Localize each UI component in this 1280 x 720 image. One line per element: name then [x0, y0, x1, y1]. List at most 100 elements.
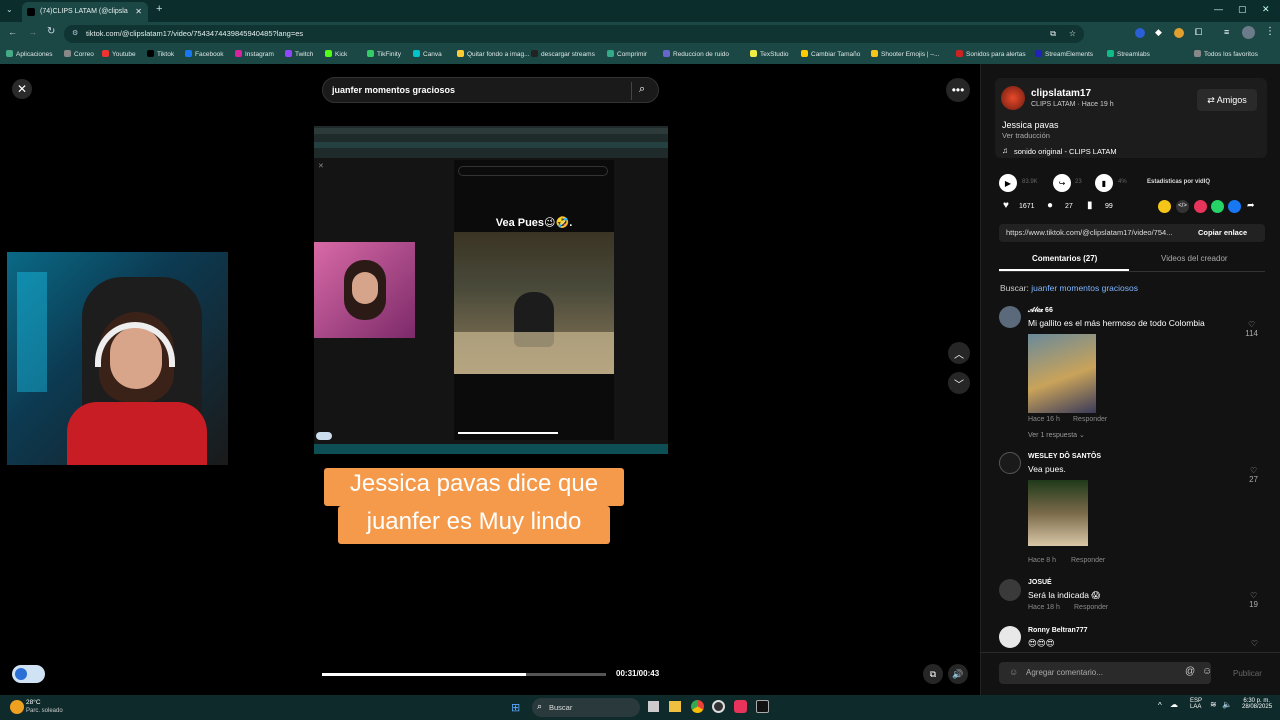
- bookmark-item[interactable]: Youtube: [102, 46, 136, 64]
- next-video-button[interactable]: ﹀: [948, 372, 970, 394]
- chrome-icon[interactable]: [691, 700, 704, 713]
- more-options-icon[interactable]: •••: [946, 78, 970, 102]
- creator-username[interactable]: clipslatam17: [1031, 88, 1091, 99]
- code-embed-icon[interactable]: </>: [1176, 200, 1189, 213]
- more-share-icon[interactable]: ➦: [1247, 200, 1255, 211]
- tray-expand-icon[interactable]: ^: [1158, 701, 1162, 710]
- comment-like[interactable]: ♡ 114: [1245, 320, 1258, 338]
- comment-image[interactable]: [1028, 480, 1088, 546]
- forward-icon[interactable]: →: [28, 27, 37, 37]
- embed-share-icon[interactable]: [1158, 200, 1171, 213]
- comment-icon[interactable]: ●: [1047, 200, 1053, 211]
- send-to-friends-icon[interactable]: [1194, 200, 1207, 213]
- mention-icon[interactable]: @: [1185, 666, 1195, 677]
- bookmark-item[interactable]: Aplicaciones: [6, 46, 53, 64]
- bookmark-star-icon[interactable]: ☆: [1069, 25, 1076, 43]
- bookmark-item[interactable]: Correo: [64, 46, 94, 64]
- heart-icon[interactable]: ♡: [1251, 639, 1258, 648]
- previous-video-button[interactable]: ︿: [948, 342, 970, 364]
- search-suggestion[interactable]: Buscar: juanfer momentos graciosos: [1000, 283, 1138, 293]
- obs-icon[interactable]: [712, 700, 725, 713]
- heart-icon[interactable]: ♡: [1249, 591, 1258, 600]
- browser-tab[interactable]: (74)CLIPS LATAM (@clipsla ✕: [22, 2, 148, 22]
- heart-icon[interactable]: ♡: [1249, 466, 1258, 475]
- file-explorer-icon[interactable]: [669, 701, 681, 712]
- comment-avatar[interactable]: [999, 579, 1021, 601]
- bookmark-item[interactable]: StreamElements: [1035, 46, 1093, 64]
- translate-link[interactable]: Ver traducción: [1002, 131, 1050, 140]
- tiktok-app-icon[interactable]: [734, 700, 747, 713]
- video-frame[interactable]: ✕ Vea Pues😉🤣. Jessica pavas dice que jua…: [314, 64, 668, 695]
- speaker-icon[interactable]: 🔈: [1222, 700, 1232, 709]
- taskbar-search[interactable]: ⌕ Buscar: [532, 698, 640, 717]
- comment-like[interactable]: ♡ 27: [1249, 466, 1258, 484]
- bookmark-item[interactable]: Kick: [325, 46, 347, 64]
- bookmark-item[interactable]: Todos los favoritos: [1194, 46, 1258, 64]
- comment-image[interactable]: [1028, 334, 1096, 413]
- window-close-icon[interactable]: ✕: [1262, 4, 1270, 15]
- bookmark-item[interactable]: TexStudio: [750, 46, 789, 64]
- comment-reply-button[interactable]: Responder: [1071, 557, 1105, 564]
- facebook-icon[interactable]: [1228, 200, 1241, 213]
- bookmark-item[interactable]: Reduccion de ruido: [663, 46, 729, 64]
- friends-button[interactable]: ⇄ Amigos: [1197, 89, 1257, 111]
- extension-icon[interactable]: [1135, 28, 1145, 38]
- task-view-icon[interactable]: [648, 701, 659, 712]
- bookmark-item[interactable]: Quitar fondo a imag...: [457, 46, 530, 64]
- comment-avatar[interactable]: [999, 306, 1021, 328]
- maximize-icon[interactable]: ▢: [1238, 4, 1247, 15]
- vidiq-label[interactable]: Estadísticas por vidIQ: [1147, 179, 1210, 185]
- volume-icon[interactable]: 🔊: [948, 664, 968, 684]
- search-icon[interactable]: ⌕: [639, 83, 645, 96]
- view-replies-button[interactable]: Ver 1 respuesta ⌄: [1028, 431, 1085, 439]
- wifi-icon[interactable]: ≋: [1210, 700, 1217, 709]
- terminal-icon[interactable]: [756, 700, 769, 713]
- comment-like[interactable]: ♡ 19: [1249, 591, 1258, 609]
- tray-app-icon[interactable]: ☁: [1170, 700, 1178, 709]
- comment-author[interactable]: 𝒜𝓁𝑒𝓍 66: [1028, 307, 1053, 315]
- tab-close-icon[interactable]: ✕: [135, 2, 142, 22]
- comment-author[interactable]: JOSUÉ: [1028, 579, 1052, 586]
- bookmark-item[interactable]: Twitch: [285, 46, 313, 64]
- language-indicator[interactable]: ESP LAA: [1190, 698, 1202, 710]
- site-info-icon[interactable]: ⚙: [72, 25, 78, 43]
- bookmark-item[interactable]: TikFinity: [367, 46, 401, 64]
- new-tab-button[interactable]: +: [156, 3, 162, 15]
- video-progress-track[interactable]: [322, 673, 606, 676]
- extension-color-icon[interactable]: [1174, 28, 1184, 38]
- back-icon[interactable]: ←: [8, 27, 17, 37]
- bookmark-item[interactable]: Cambiar Tamaño: [801, 46, 860, 64]
- comment-author[interactable]: WESLEY DÔ SANTÔS: [1028, 453, 1101, 460]
- tab-creator-videos[interactable]: Videos del creador: [1161, 254, 1228, 263]
- whatsapp-icon[interactable]: [1211, 200, 1224, 213]
- like-icon[interactable]: ♥: [1003, 200, 1009, 211]
- browser-menu-icon[interactable]: ⋮: [1265, 26, 1275, 37]
- bookmark-item[interactable]: Tiktok: [147, 46, 174, 64]
- publish-button[interactable]: Publicar: [1233, 669, 1262, 678]
- tab-search-icon[interactable]: ⌄: [6, 5, 13, 14]
- profile-avatar[interactable]: [1242, 26, 1255, 39]
- bookmark-item[interactable]: Instagram: [235, 46, 274, 64]
- extension-diamond-icon[interactable]: ◆: [1155, 27, 1162, 38]
- widget-toggle[interactable]: [12, 665, 45, 683]
- close-viewer-button[interactable]: ✕: [12, 79, 32, 99]
- comment-input[interactable]: ☺ Agregar comentario... @ ☺: [999, 662, 1212, 684]
- reload-icon[interactable]: ↻: [47, 26, 55, 37]
- sound-link[interactable]: sonido original - CLIPS LATAM: [1014, 147, 1117, 156]
- clock[interactable]: 6:30 p. m. 28/08/2025: [1242, 698, 1272, 710]
- comment-author[interactable]: Ronny Beltran777: [1028, 627, 1088, 634]
- bookmark-item[interactable]: Sonidos para alertas: [956, 46, 1026, 64]
- url-bar[interactable]: ⚙ tiktok.com/@clipslatam17/video/7543474…: [64, 25, 1084, 43]
- search-suggestion-term[interactable]: juanfer momentos graciosos: [1031, 283, 1138, 293]
- search-box[interactable]: juanfer momentos graciosos ⌕: [322, 77, 659, 103]
- bookmark-item[interactable]: descargar streams: [531, 46, 595, 64]
- minimize-icon[interactable]: —: [1214, 4, 1223, 14]
- bar-chart-icon[interactable]: ▮: [1095, 174, 1113, 192]
- comment-avatar[interactable]: [999, 626, 1021, 648]
- tab-comments[interactable]: Comentarios (27): [1032, 254, 1097, 263]
- comment-reply-button[interactable]: Responder: [1073, 416, 1107, 423]
- comment-reply-button[interactable]: Responder: [1074, 604, 1108, 611]
- emoji-icon[interactable]: ☺: [1202, 666, 1212, 677]
- bookmark-item[interactable]: Streamlabs: [1107, 46, 1150, 64]
- video-link[interactable]: https://www.tiktok.com/@clipslatam17/vid…: [1006, 228, 1188, 237]
